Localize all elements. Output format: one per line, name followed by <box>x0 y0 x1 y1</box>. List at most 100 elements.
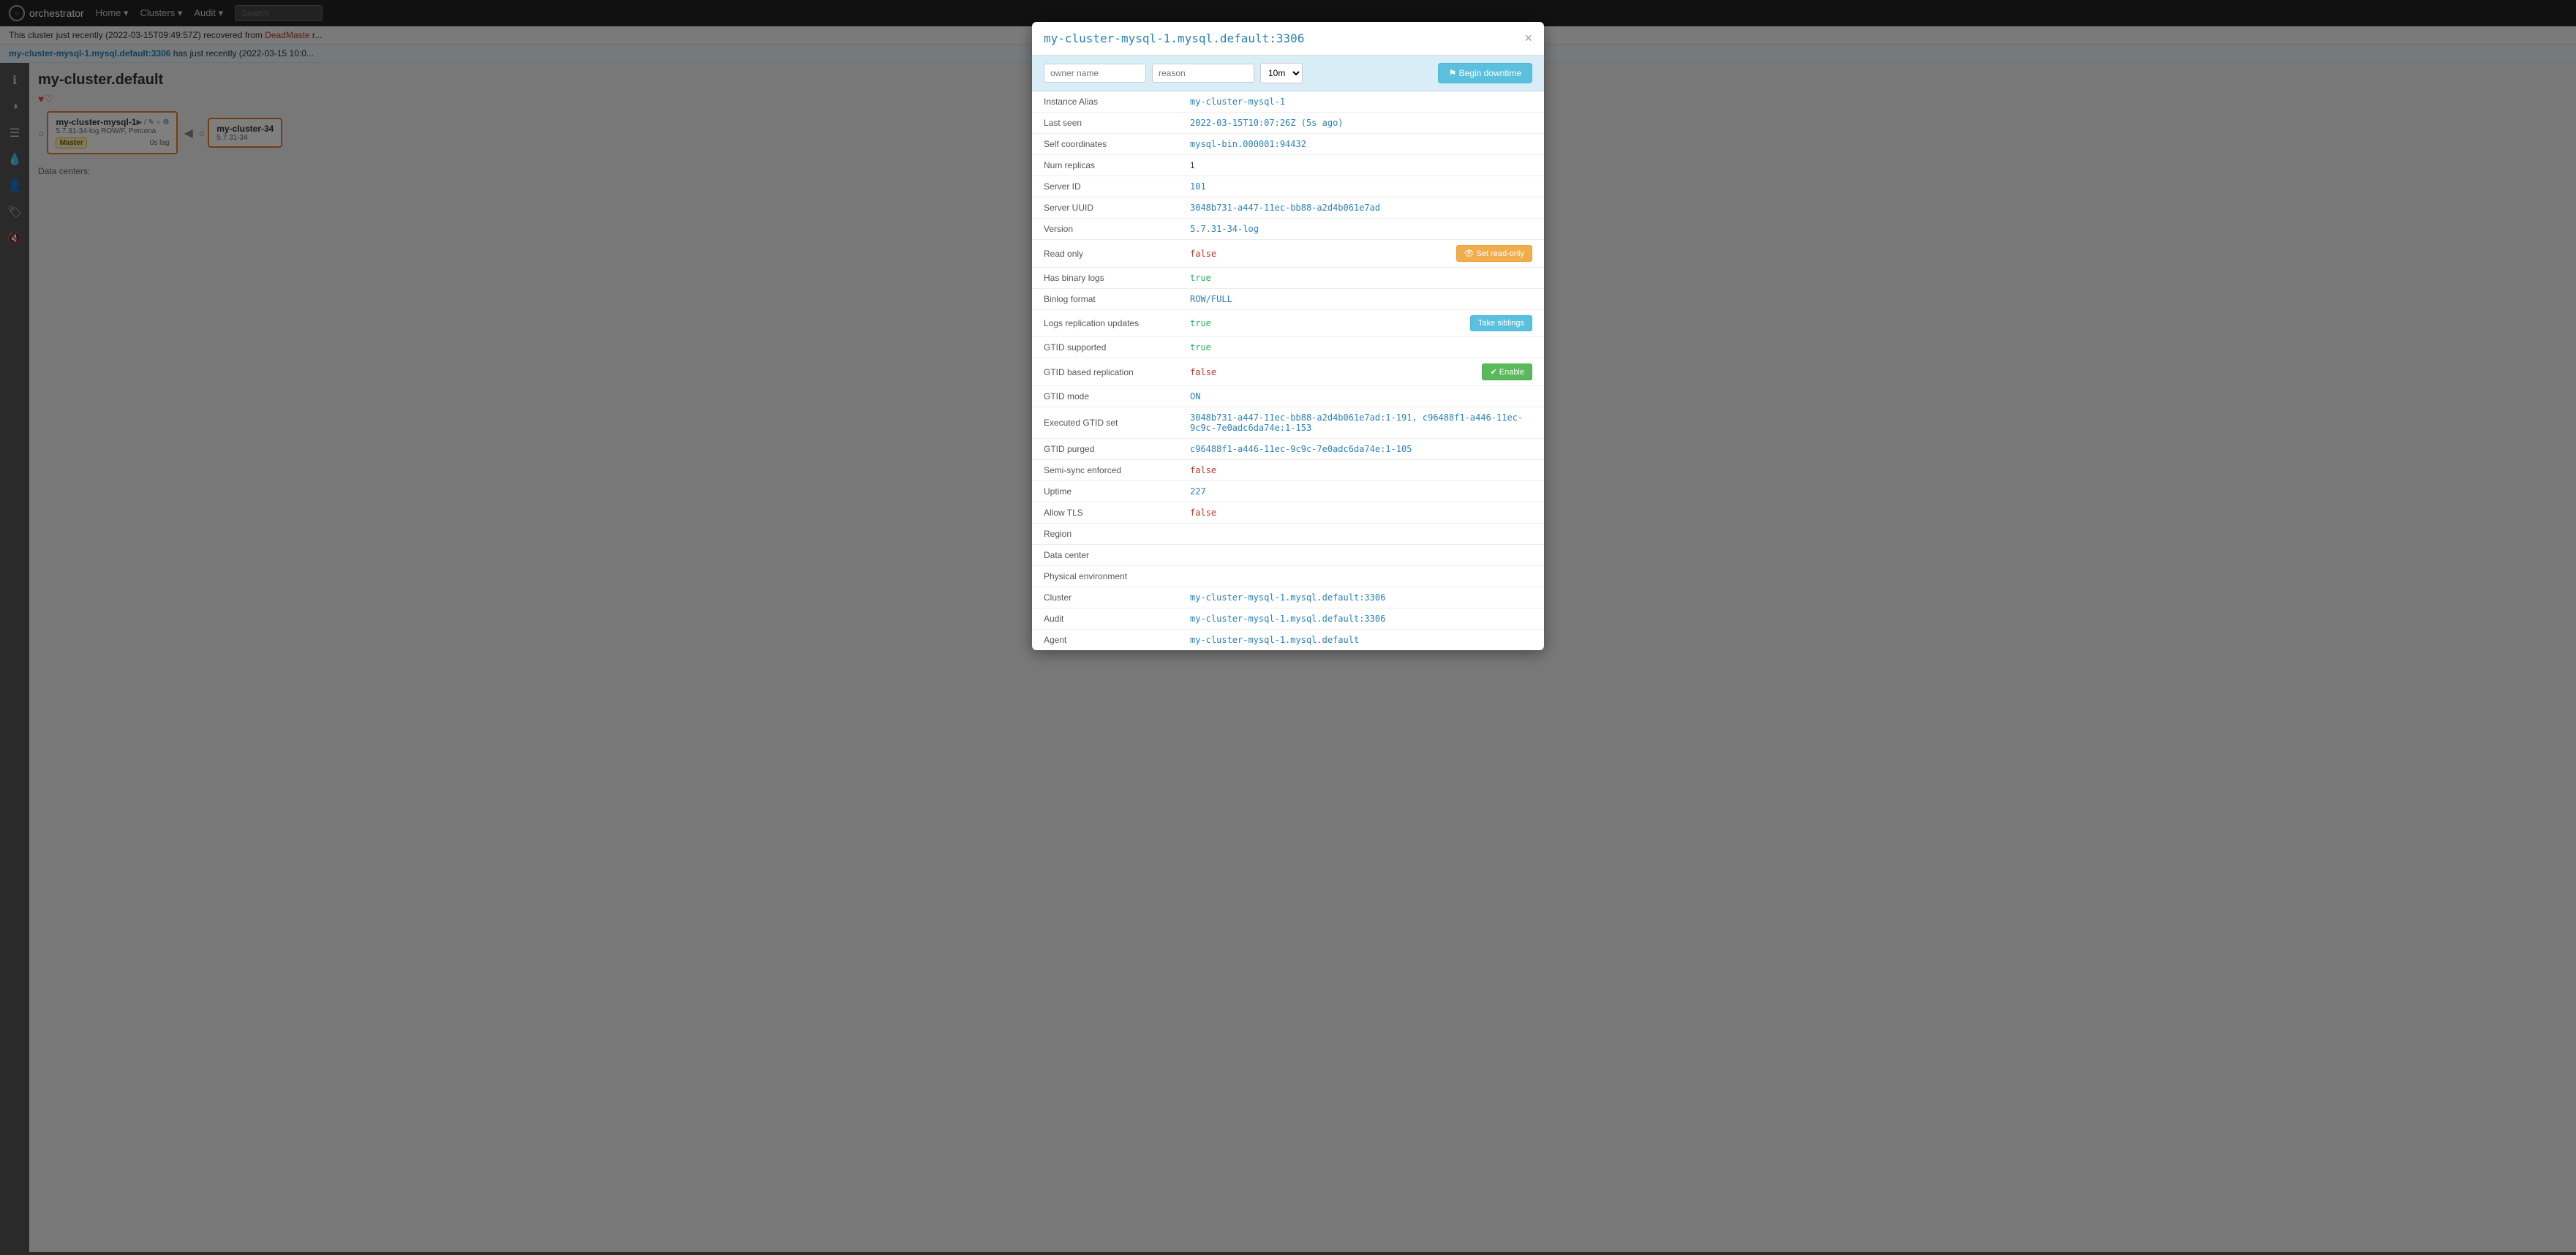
table-row: Instance Aliasmy-cluster-mysql-1 <box>1032 91 1544 113</box>
row-value <box>1178 566 1544 587</box>
table-row: Cluster my-cluster-mysql-1.mysql.default:… <box>1032 587 1544 608</box>
row-value-link: my-cluster-mysql-1.mysql.default <box>1190 635 1359 645</box>
row-label: Uptime <box>1032 481 1178 502</box>
row-value-link: 2022-03-15T10:07:26Z (5s ago) <box>1190 118 1344 128</box>
row-value-true: true <box>1190 318 1211 328</box>
reason-input[interactable] <box>1152 64 1254 83</box>
row-value: false👁 Set read-only <box>1178 240 1544 268</box>
modal: my-cluster-mysql-1.mysql.default:3306 × … <box>1032 22 1544 650</box>
row-label: Read only <box>1032 240 1178 268</box>
table-row: GTID supported true <box>1032 337 1544 358</box>
row-value-link: my-cluster-mysql-1.mysql.default:3306 <box>1190 614 1385 624</box>
row-value: mysql-bin.000001:94432 <box>1178 134 1544 155</box>
row-value: my-cluster-mysql-1.mysql.default <box>1178 630 1544 651</box>
row-value: my-cluster-mysql-1.mysql.default:3306 <box>1178 587 1544 608</box>
table-row: Server UUID3048b731-a447-11ec-bb88-a2d4b… <box>1032 197 1544 219</box>
row-value: true Take siblings <box>1178 310 1544 337</box>
row-label: GTID based replication <box>1032 358 1178 386</box>
row-value: 101 <box>1178 176 1544 197</box>
row-value-false: false <box>1190 465 1216 475</box>
table-row: GTID based replication false ✔ Enable <box>1032 358 1544 386</box>
row-value-link: 101 <box>1190 181 1206 192</box>
modal-close-button[interactable]: × <box>1524 31 1532 46</box>
row-label: Data center <box>1032 545 1178 566</box>
table-row: Num replicas 1 <box>1032 155 1544 176</box>
row-value: 1 <box>1178 155 1544 176</box>
row-label: Version <box>1032 219 1178 240</box>
take-siblings-button[interactable]: Take siblings <box>1470 315 1532 331</box>
row-value-link: 3048b731-a447-11ec-bb88-a2d4b061e7ad <box>1190 203 1380 213</box>
row-value-false: false <box>1190 367 1216 377</box>
row-value: ROW/FULL <box>1178 289 1544 310</box>
row-value <box>1178 545 1544 566</box>
table-row: Has binary logs true <box>1032 268 1544 289</box>
row-label: Server ID <box>1032 176 1178 197</box>
set-readonly-button[interactable]: 👁 Set read-only <box>1456 245 1532 262</box>
row-value <box>1178 524 1544 545</box>
table-row: Region <box>1032 524 1544 545</box>
info-table: Instance Aliasmy-cluster-mysql-1Last see… <box>1032 91 1544 650</box>
begin-downtime-button[interactable]: ⚑ Begin downtime <box>1438 63 1533 83</box>
table-row: Binlog format ROW/FULL <box>1032 289 1544 310</box>
row-label: Num replicas <box>1032 155 1178 176</box>
row-value: my-cluster-mysql-1.mysql.default:3306 <box>1178 608 1544 630</box>
table-row: Read onlyfalse👁 Set read-only <box>1032 240 1544 268</box>
duration-select[interactable]: 10m 30m 1h 2h 4h 8h 24h <box>1260 63 1303 83</box>
row-label: GTID supported <box>1032 337 1178 358</box>
row-label: Semi-sync enforced <box>1032 460 1178 481</box>
row-value: 5.7.31-34-log <box>1178 219 1544 240</box>
downtime-label: Begin downtime <box>1459 68 1521 78</box>
row-label: Logs replication updates <box>1032 310 1178 337</box>
table-row: Executed GTID set 3048b731-a447-11ec-bb88… <box>1032 407 1544 439</box>
downtime-bar: 10m 30m 1h 2h 4h 8h 24h ⚑ Begin downtime <box>1032 56 1544 91</box>
row-value: 3048b731-a447-11ec-bb88-a2d4b061e7ad <box>1178 197 1544 219</box>
row-label: Allow TLS <box>1032 502 1178 524</box>
row-value-link: 5.7.31-34-log <box>1190 224 1259 234</box>
row-value: 227 <box>1178 481 1544 502</box>
row-value-plain: 1 <box>1190 160 1195 170</box>
row-value-true: true <box>1190 342 1211 353</box>
row-value: true <box>1178 337 1544 358</box>
row-label: Binlog format <box>1032 289 1178 310</box>
row-value: 2022-03-15T10:07:26Z (5s ago) <box>1178 113 1544 134</box>
row-label: Has binary logs <box>1032 268 1178 289</box>
row-value: true <box>1178 268 1544 289</box>
row-value: false <box>1178 460 1544 481</box>
row-label: Region <box>1032 524 1178 545</box>
table-row: Audit my-cluster-mysql-1.mysql.default:33… <box>1032 608 1544 630</box>
table-row: Last seen 2022-03-15T10:07:26Z (5s ago) <box>1032 113 1544 134</box>
row-value: my-cluster-mysql-1 <box>1178 91 1544 113</box>
row-label: Executed GTID set <box>1032 407 1178 439</box>
table-row: GTID modeON <box>1032 386 1544 407</box>
table-row: Agent my-cluster-mysql-1.mysql.default <box>1032 630 1544 651</box>
table-row: Physical environment <box>1032 566 1544 587</box>
row-value-link: 3048b731-a447-11ec-bb88-a2d4b061e7ad:1-1… <box>1190 412 1532 433</box>
row-value-link: my-cluster-mysql-1 <box>1190 97 1285 107</box>
downtime-icon: ⚑ <box>1449 68 1457 78</box>
row-label: GTID purged <box>1032 439 1178 460</box>
row-value: 3048b731-a447-11ec-bb88-a2d4b061e7ad:1-1… <box>1178 407 1544 439</box>
row-value-link: ROW/FULL <box>1190 294 1232 304</box>
table-row: Uptime 227 <box>1032 481 1544 502</box>
row-value-false: false <box>1190 508 1216 518</box>
table-row: Version 5.7.31-34-log <box>1032 219 1544 240</box>
row-value-link: my-cluster-mysql-1.mysql.default:3306 <box>1190 592 1385 603</box>
table-row: Logs replication updates true Take sibling… <box>1032 310 1544 337</box>
row-label: Agent <box>1032 630 1178 651</box>
enable-gtid-button[interactable]: ✔ Enable <box>1482 363 1532 380</box>
row-value: false <box>1178 502 1544 524</box>
row-label: Cluster <box>1032 587 1178 608</box>
row-value-num: 227 <box>1190 486 1206 497</box>
row-label: Last seen <box>1032 113 1178 134</box>
row-value: false ✔ Enable <box>1178 358 1544 386</box>
table-row: Semi-sync enforced false <box>1032 460 1544 481</box>
owner-name-input[interactable] <box>1044 64 1146 83</box>
row-label: GTID mode <box>1032 386 1178 407</box>
modal-header: my-cluster-mysql-1.mysql.default:3306 × <box>1032 22 1544 56</box>
modal-title: my-cluster-mysql-1.mysql.default:3306 <box>1044 31 1304 45</box>
row-label: Audit <box>1032 608 1178 630</box>
table-row: Allow TLS false <box>1032 502 1544 524</box>
row-value-true: true <box>1190 273 1211 283</box>
table-row: GTID purgedc96488f1-a446-11ec-9c9c-7e0ad… <box>1032 439 1544 460</box>
table-row: Self coordinatesmysql-bin.000001:94432 <box>1032 134 1544 155</box>
